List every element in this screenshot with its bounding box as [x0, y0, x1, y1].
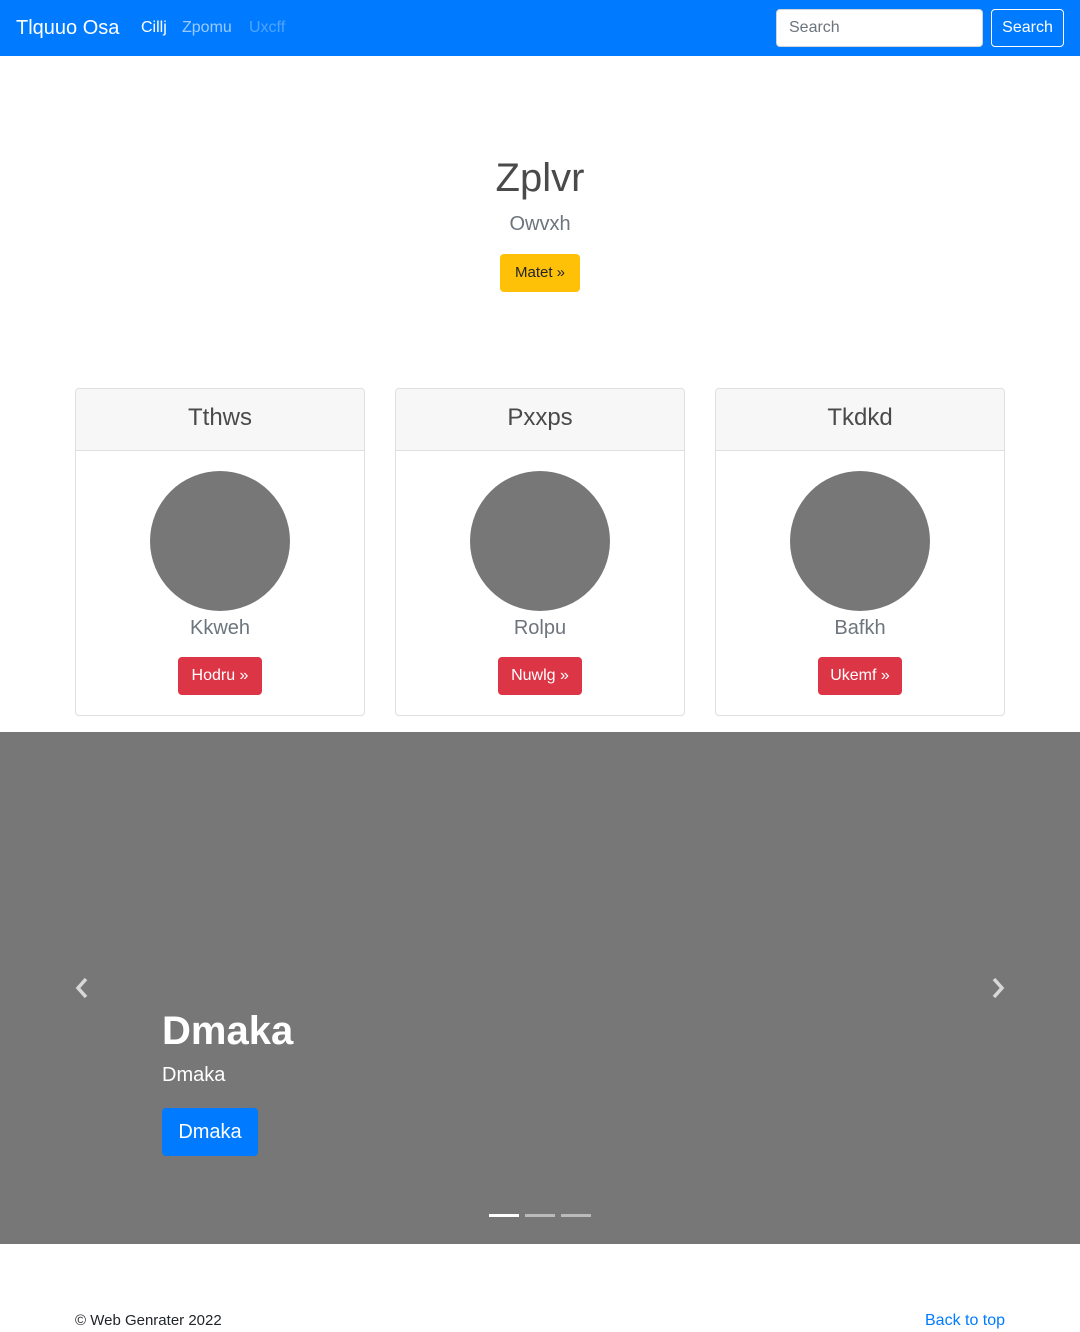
navbar-brand[interactable]: Tlquuo Osa — [16, 15, 119, 41]
card-image-placeholder — [470, 471, 610, 611]
nav-link-zpomu[interactable]: Zpomu — [182, 18, 232, 38]
hero-button[interactable]: Matet » — [500, 254, 580, 292]
chevron-right-icon — [992, 977, 1005, 999]
carousel-indicator-2[interactable] — [525, 1214, 555, 1217]
chevron-left-icon — [75, 977, 88, 999]
card-button[interactable]: Hodru » — [178, 657, 262, 695]
card-image-placeholder — [790, 471, 930, 611]
footer-copyright: © Web Genrater 2022 — [75, 1312, 222, 1329]
search-input[interactable] — [776, 9, 983, 47]
card-tthws: Tthws Kkweh Hodru » — [75, 388, 365, 716]
carousel-indicator-1[interactable] — [489, 1214, 519, 1217]
hero-subtitle: Owvxh — [509, 213, 571, 235]
carousel-caption-button[interactable]: Dmaka — [162, 1108, 258, 1156]
carousel-prev-button[interactable] — [72, 976, 92, 1000]
search-button[interactable]: Search — [991, 9, 1064, 47]
card-image-placeholder — [150, 471, 290, 611]
back-to-top-link[interactable]: Back to top — [925, 1311, 1005, 1331]
card-header: Tthws — [76, 389, 364, 451]
card-text: Bafkh — [834, 617, 886, 639]
card-text: Rolpu — [513, 617, 567, 639]
nav-link-cillj[interactable]: Cillj — [141, 18, 167, 38]
card-button[interactable]: Ukemf » — [818, 657, 902, 695]
hero-title: Zplvr — [495, 156, 585, 200]
card-tkdkd: Tkdkd Bafkh Ukemf » — [715, 388, 1005, 716]
navbar: Tlquuo Osa Cillj Zpomu Uxcff Search — [0, 0, 1080, 56]
card-header: Tkdkd — [716, 389, 1004, 451]
carousel-indicator-3[interactable] — [561, 1214, 591, 1217]
card-header: Pxxps — [396, 389, 684, 451]
carousel-caption-title: Dmaka — [162, 1009, 294, 1053]
card-text: Kkweh — [189, 617, 251, 639]
carousel-caption-text: Dmaka — [162, 1064, 226, 1086]
card-pxxps: Pxxps Rolpu Nuwlg » — [395, 388, 685, 716]
card-button[interactable]: Nuwlg » — [498, 657, 582, 695]
carousel: Dmaka Dmaka Dmaka — [0, 732, 1080, 1244]
nav-link-uxcff: Uxcff — [249, 19, 286, 36]
carousel-next-button[interactable] — [988, 976, 1008, 1000]
